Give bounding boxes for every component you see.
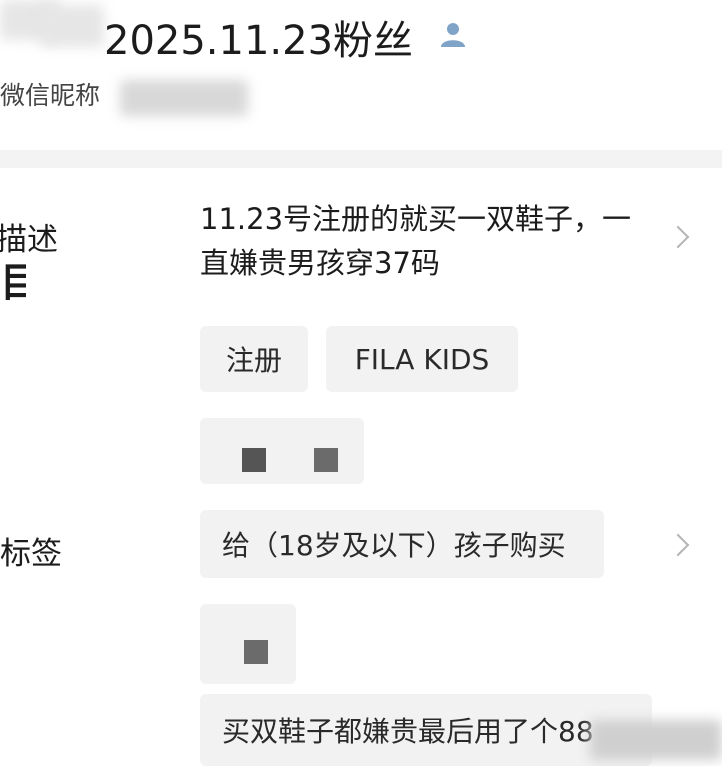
redacted-block: [314, 448, 338, 472]
contact-name: 2025.11.23粉丝: [104, 18, 414, 64]
tag-fila-kids[interactable]: FILA KIDS: [326, 326, 518, 392]
wechat-nickname-label: 微信昵称: [0, 81, 101, 110]
tag-register[interactable]: 注册: [200, 326, 308, 392]
purchase-for-child-row[interactable]: 给（18岁及以下）孩子购买: [200, 510, 604, 578]
note-row[interactable]: 买双鞋子都嫌贵最后用了个88: [200, 694, 652, 766]
profile-header: 2025.11.23粉丝 微信昵称: [0, 0, 722, 150]
section-divider: [0, 150, 722, 168]
redacted-image-box: [200, 604, 296, 684]
tags-label: 标签: [0, 536, 62, 572]
purchase-row-text: 给（18岁及以下）孩子购买: [222, 529, 566, 562]
description-text[interactable]: 11.23号注册的就买一双鞋子，一直嫌贵男孩穿37码: [200, 197, 640, 285]
tag-label: 注册: [225, 344, 282, 377]
cropped-heading-char: 目: [0, 260, 26, 306]
note-row-text: 买双鞋子都嫌贵最后用了个88: [222, 715, 594, 748]
redacted-block: [244, 640, 268, 664]
user-icon: [441, 23, 465, 47]
redacted-tags-box: [200, 418, 364, 484]
blurred-nickname: [120, 80, 248, 116]
blurred-name-prefix: [40, 5, 104, 47]
blurred-note-end: [590, 720, 722, 760]
tag-label: FILA KIDS: [354, 342, 490, 376]
redacted-block: [242, 448, 266, 472]
